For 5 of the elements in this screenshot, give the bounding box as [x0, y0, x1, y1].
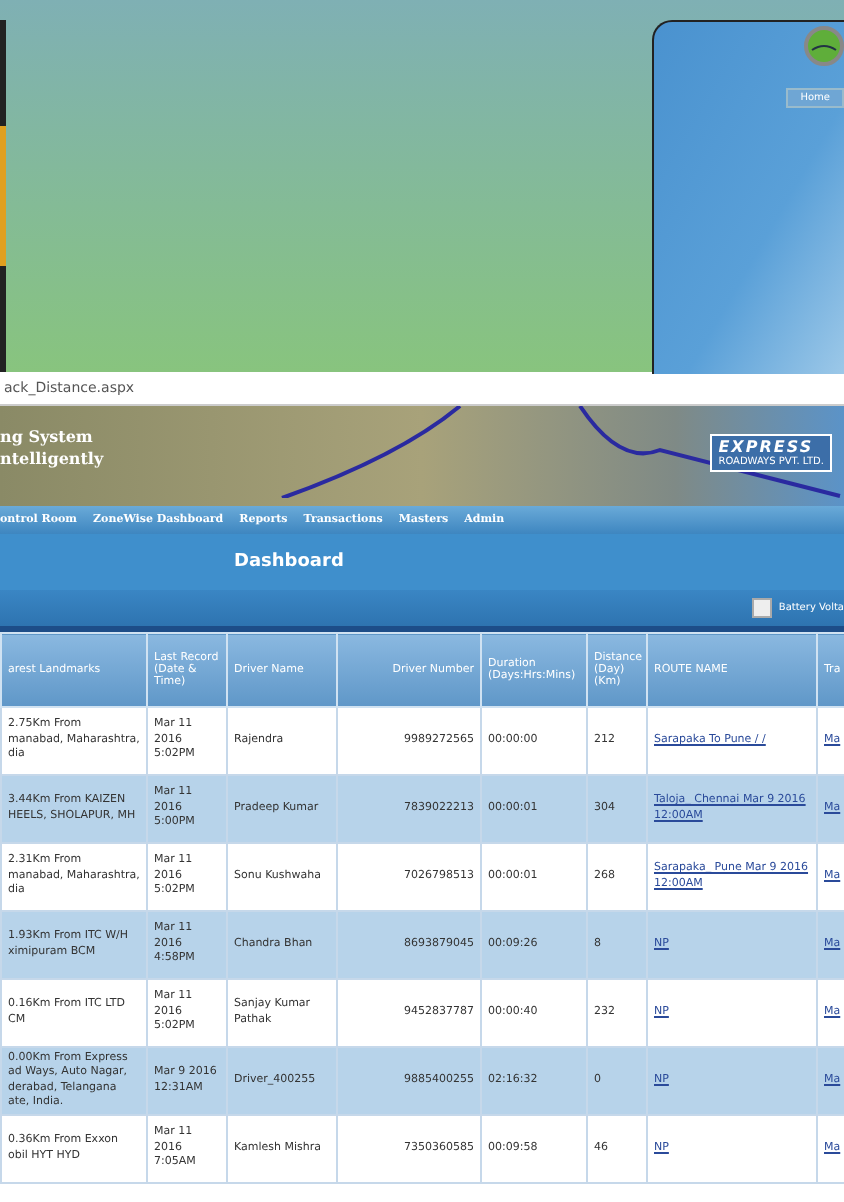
- globe-logo-icon: [804, 26, 844, 66]
- banner-subtitle: ntelligently: [0, 448, 104, 470]
- checkbox[interactable]: [752, 598, 773, 618]
- banner-title: ng System: [0, 426, 95, 448]
- page-title: Dashboard: [234, 552, 344, 572]
